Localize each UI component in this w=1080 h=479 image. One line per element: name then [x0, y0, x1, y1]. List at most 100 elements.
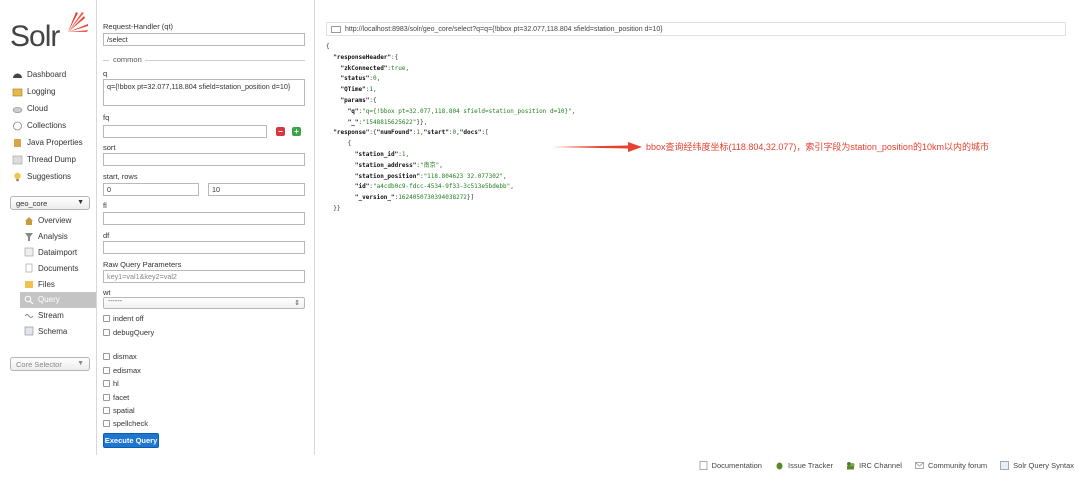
checkbox-box[interactable] [103, 407, 110, 414]
nav-collections[interactable]: Collections [0, 117, 96, 134]
core-nav-analysis[interactable]: Analysis [20, 229, 96, 245]
stream-icon [24, 311, 34, 321]
checkbox-label: spatial [113, 406, 135, 415]
raw-params-label: Raw Query Parameters [103, 260, 182, 269]
documents-icon [24, 263, 34, 273]
dismax-checkbox[interactable]: dismax [103, 352, 137, 361]
issue-tracker-icon [775, 461, 784, 470]
hl-checkbox[interactable]: hl [103, 379, 119, 388]
fl-label: fl [103, 201, 107, 210]
wt-select[interactable]: ------ ⇕ [103, 297, 305, 309]
footer-irc-channel-link[interactable]: IRC Channel [846, 461, 902, 470]
fq-label: fq [103, 113, 110, 122]
json-value: "a4cdb0c9-fdcc-4534-9f33-3c513e5bdebb" [372, 183, 511, 191]
separator-line [103, 60, 109, 61]
request-handler-label: Request-Handler (qt) [103, 22, 174, 31]
nav-thread-dump[interactable]: Thread Dump [0, 151, 96, 168]
spatial-checkbox[interactable]: spatial [103, 406, 135, 415]
execute-query-button[interactable]: Execute Query [103, 433, 159, 448]
nav-label: Java Properties [27, 138, 83, 147]
debugquery-checkbox[interactable]: debugQuery [103, 328, 154, 337]
json-response: { "responseHeader":{ "zkConnected":true,… [326, 43, 576, 212]
q-textarea[interactable]: q={!bbox pt=32.077,118.804 sfield=statio… [103, 79, 305, 106]
json-value: 0 [452, 129, 457, 137]
core-nav-label: Overview [38, 216, 72, 226]
core-nav-label: Dataimport [38, 247, 78, 257]
core-selector-dropdown[interactable]: Core Selector ▼ [10, 357, 90, 371]
common-separator: common [103, 55, 305, 65]
footer-solr-query-syntax-link[interactable]: Solr Query Syntax [1000, 461, 1074, 470]
cloud-icon [12, 104, 23, 114]
sort-label: sort [103, 143, 116, 152]
footer-community-forum-link[interactable]: Community forum [915, 461, 987, 470]
footer-label: Documentation [711, 460, 762, 470]
core-nav-schema[interactable]: Schema [20, 324, 96, 340]
nav-label: Dashboard [27, 70, 67, 79]
json-value: 1624050730394038272 [398, 194, 467, 202]
df-input[interactable] [103, 241, 305, 254]
checkbox-box[interactable] [103, 394, 110, 401]
request-url[interactable]: http://localhost:8983/solr/geo_core/sele… [345, 26, 663, 33]
fl-input[interactable] [103, 212, 305, 225]
nav-logging[interactable]: Logging [0, 83, 96, 100]
checkbox-box[interactable] [103, 315, 110, 322]
rows-input[interactable]: 10 [208, 183, 305, 196]
footer-issue-tracker-link[interactable]: Issue Tracker [775, 461, 833, 470]
thread-dump-icon [12, 155, 23, 165]
nav-label: Cloud [27, 104, 48, 113]
edismax-checkbox[interactable]: edismax [103, 366, 141, 375]
core-nav-files[interactable]: Files [20, 276, 96, 292]
request-handler-input[interactable]: /select [103, 33, 305, 46]
request-url-bar[interactable]: http://localhost:8983/solr/geo_core/sele… [326, 22, 1066, 36]
core-nav-query[interactable]: Query [20, 291, 96, 308]
dashboard-icon [12, 70, 23, 80]
add-fq-icon[interactable]: + [292, 127, 301, 136]
logging-icon [12, 87, 23, 97]
checkbox-box[interactable] [103, 353, 110, 360]
nav-dashboard[interactable]: Dashboard [0, 66, 96, 83]
indent-off-checkbox[interactable]: indent off [103, 314, 144, 323]
spellcheck-checkbox[interactable]: spellcheck [103, 419, 148, 428]
json-value: "118.804623 32.077302" [423, 172, 504, 180]
nav-label: Collections [27, 121, 67, 130]
remove-fq-icon[interactable]: − [276, 127, 285, 136]
core-nav-stream[interactable]: Stream [20, 308, 96, 324]
solr-logo[interactable]: Solr [10, 10, 90, 54]
fq-input[interactable] [103, 125, 267, 138]
core-nav-label: Stream [38, 311, 64, 321]
start-input[interactable]: 0 [103, 183, 199, 196]
wt-select-value: ------ [108, 298, 122, 305]
facet-checkbox[interactable]: facet [103, 393, 129, 402]
sort-input[interactable] [103, 153, 305, 166]
checkbox-label: hl [113, 379, 119, 388]
nav-java-properties[interactable]: Java Properties [0, 134, 96, 151]
result-panel: http://localhost:8983/solr/geo_core/sele… [316, 0, 1080, 455]
json-value: 1 [416, 129, 420, 137]
json-value: 1 [369, 86, 373, 94]
annotation-arrow-icon [552, 142, 642, 152]
nav-suggestions[interactable]: Suggestions [0, 168, 96, 185]
checkbox-box[interactable] [103, 367, 110, 374]
core-selector-placeholder: Core Selector [16, 360, 62, 369]
nav-cloud[interactable]: Cloud [0, 100, 96, 117]
wt-label: wt [103, 288, 111, 297]
checkbox-box[interactable] [103, 329, 110, 336]
json-value: "q={!bbox pt=32.077,118.804 sfield=stati… [362, 107, 572, 115]
json-value: true [391, 64, 406, 72]
core-select-dropdown[interactable]: geo_core ▼ [10, 196, 90, 210]
checkbox-label: indent off [113, 314, 144, 323]
checkbox-box[interactable] [103, 420, 110, 427]
checkbox-box[interactable] [103, 380, 110, 387]
json-value: "南京" [419, 161, 440, 169]
json-value: "1548815625622" [362, 118, 417, 126]
core-nav-overview[interactable]: Overview [20, 213, 96, 229]
footer-documentation-link[interactable]: Documentation [699, 461, 762, 470]
irc-channel-icon [846, 461, 855, 470]
files-icon [24, 279, 34, 289]
raw-params-input[interactable]: key1=val1&key2=val2 [103, 270, 305, 283]
core-nav-dataimport[interactable]: Dataimport [20, 245, 96, 261]
core-nav-label: Schema [38, 326, 68, 336]
solr-sun-icon [68, 12, 88, 32]
footer-links: Documentation Issue Tracker IRC Channel … [686, 458, 1074, 472]
core-nav-documents[interactable]: Documents [20, 260, 96, 276]
